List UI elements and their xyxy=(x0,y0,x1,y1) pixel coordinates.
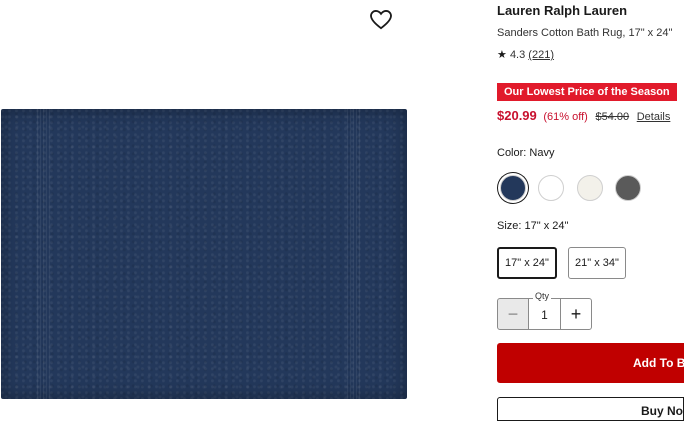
quantity-decrease-button[interactable]: − xyxy=(497,298,529,330)
price-details-link[interactable]: Details xyxy=(637,111,671,123)
favorite-heart-icon[interactable] xyxy=(370,9,392,30)
rug-border-stripe xyxy=(347,109,361,399)
buy-now-button[interactable]: Buy Now xyxy=(497,397,684,421)
product-image xyxy=(1,109,407,399)
original-price: $54.00 xyxy=(595,111,630,123)
promo-badge: Our Lowest Price of the Season xyxy=(497,83,677,101)
swatch-gray[interactable] xyxy=(615,175,641,201)
add-to-bag-button[interactable]: Add To Bag xyxy=(497,343,684,383)
brand-name[interactable]: Lauren Ralph Lauren xyxy=(497,3,627,18)
swatch-navy[interactable] xyxy=(500,175,526,201)
size-option-17x24[interactable]: 17" x 24" xyxy=(497,247,557,279)
rating-value: 4.3 xyxy=(509,49,526,61)
star-icon: ★ xyxy=(497,49,507,61)
sale-price: $20.99 xyxy=(497,108,537,123)
review-count-link[interactable]: (221) xyxy=(528,49,554,61)
swatch-ivory[interactable] xyxy=(577,175,603,201)
size-label: Size: 17" x 24" xyxy=(497,220,569,232)
discount-percent: (61% off) xyxy=(543,111,588,123)
quantity-increase-button[interactable]: + xyxy=(560,298,592,330)
color-label: Color: Navy xyxy=(497,147,555,159)
product-rating: ★ 4.3 (221) xyxy=(497,48,554,61)
rug-border-stripe xyxy=(37,109,51,399)
product-title: Sanders Cotton Bath Rug, 17" x 24" xyxy=(497,27,673,39)
quantity-field[interactable]: 1 xyxy=(528,298,561,330)
size-option-21x34[interactable]: 21" x 34" xyxy=(568,247,626,279)
swatch-white[interactable] xyxy=(538,175,564,201)
price-block: $20.99 (61% off) $54.00 Details xyxy=(497,108,670,123)
quantity-label: Qty xyxy=(533,291,552,301)
